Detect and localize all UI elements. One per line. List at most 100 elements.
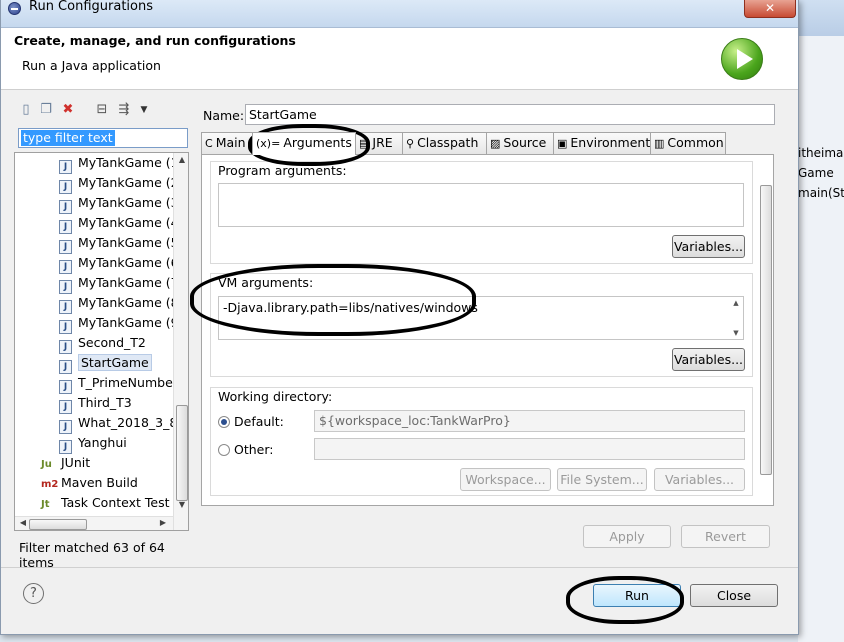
- chevron-down-icon[interactable]: ▼: [136, 102, 152, 118]
- run-configurations-dialog: Run Configurations ✕ Create, manage, and…: [0, 0, 799, 635]
- file-system-button[interactable]: File System...: [557, 468, 647, 491]
- background-text: Game: [798, 166, 834, 180]
- tab-label: Source: [503, 135, 547, 150]
- program-arguments-input[interactable]: [218, 183, 744, 227]
- tree-group-item[interactable]: Jt Task Context Test: [41, 493, 170, 513]
- other-directory-field[interactable]: [314, 438, 745, 460]
- vm-arguments-input[interactable]: -Djava.library.path=libs/natives/windows…: [218, 296, 744, 340]
- tree-group-label: JUnit: [61, 455, 91, 470]
- tree-item[interactable]: J What_2018_3_8: [59, 413, 177, 434]
- delete-icon[interactable]: ✖: [60, 102, 76, 118]
- tab-strip: C Main (x)= Arguments ▤ JRE ⚲ Classpath ▨ Source ▣…: [201, 132, 777, 155]
- tree-item[interactable]: J MyTankGame (2: [59, 173, 179, 194]
- tree-item[interactable]: J MyTankGame (6: [59, 253, 179, 274]
- tab-main[interactable]: C Main: [201, 132, 253, 154]
- scroll-down-icon[interactable]: ▼: [174, 500, 188, 509]
- filter-icon[interactable]: ⇶: [116, 102, 132, 118]
- tree-group-item[interactable]: Ju JUnit: [41, 453, 90, 473]
- main-tab-icon: C: [205, 137, 213, 150]
- tree-item[interactable]: J MyTankGame (1: [59, 153, 179, 174]
- configuration-list-panel: ▯ ❐ ✖ ⊟ ⇶ ▼ type filter text J MyTankGame…: [14, 98, 194, 570]
- help-icon[interactable]: ?: [23, 583, 44, 604]
- tab-environment[interactable]: ▣ Environment: [553, 132, 651, 154]
- environment-tab-icon: ▣: [557, 137, 568, 150]
- tab-arguments[interactable]: (x)= Arguments: [252, 132, 356, 155]
- directory-variables-button[interactable]: Variables...: [654, 468, 745, 491]
- classpath-tab-icon: ⚲: [406, 137, 415, 150]
- text-area-scrollbar[interactable]: ▲ ▼: [729, 297, 743, 339]
- tree-item-label: MyTankGame (7: [78, 275, 179, 290]
- scroll-up-icon[interactable]: ▲: [729, 299, 743, 307]
- duplicate-icon[interactable]: ❐: [38, 102, 54, 118]
- tab-content-scroll-thumb[interactable]: [760, 185, 772, 475]
- tree-item[interactable]: J MyTankGame (3: [59, 193, 179, 214]
- java-application-icon: J: [59, 280, 72, 294]
- tree-horizontal-scrollbar[interactable]: ◀ ▶: [15, 516, 173, 530]
- default-directory-field: ${workspace_loc:TankWarPro}: [314, 410, 745, 432]
- tree-item-label: StartGame: [78, 354, 152, 371]
- tab-label: Classpath: [417, 135, 479, 150]
- jre-tab-icon: ▤: [359, 137, 370, 150]
- close-button[interactable]: Close: [690, 584, 778, 607]
- java-application-icon: J: [59, 300, 72, 314]
- tree-item[interactable]: J Yanghui: [59, 433, 127, 454]
- footer-separator: [1, 567, 798, 568]
- tree-item[interactable]: J Third_T3: [59, 393, 132, 414]
- tree-item-label: Second_T2: [78, 335, 146, 350]
- collapse-all-icon[interactable]: ⊟: [94, 102, 110, 118]
- tree-item[interactable]: J T_PrimeNumber: [59, 373, 178, 394]
- scroll-down-icon[interactable]: ▼: [729, 329, 743, 337]
- vm-arguments-label: VM arguments:: [218, 275, 314, 290]
- name-label: Name:: [203, 108, 245, 123]
- title-bar[interactable]: Run Configurations ✕: [1, 0, 798, 28]
- tab-content-scrollbar[interactable]: [760, 171, 773, 491]
- window-close-button[interactable]: ✕: [744, 0, 796, 18]
- tree-item-label: MyTankGame (3: [78, 195, 179, 210]
- tree-item-label: Third_T3: [78, 395, 132, 410]
- tab-label: Common: [667, 135, 724, 150]
- launch-type-icon: Ju: [41, 459, 52, 470]
- new-configuration-icon[interactable]: ▯: [18, 102, 34, 118]
- working-directory-label: Working directory:: [218, 389, 333, 404]
- revert-button[interactable]: Revert: [681, 525, 770, 548]
- tree-group-item[interactable]: m2 Maven Build: [41, 473, 138, 493]
- tree-hscroll-thumb[interactable]: [29, 519, 87, 530]
- tree-item[interactable]: J MyTankGame (4: [59, 213, 179, 234]
- tree-item[interactable]: J Second_T2: [59, 333, 146, 354]
- arguments-tab-icon: (x)=: [256, 137, 281, 150]
- workspace-button[interactable]: Workspace...: [460, 468, 551, 491]
- java-application-icon: J: [59, 240, 72, 254]
- left-toolbar: ▯ ❐ ✖ ⊟ ⇶ ▼: [14, 98, 194, 122]
- tree-item-label: MyTankGame (6: [78, 255, 179, 270]
- default-radio[interactable]: [218, 416, 230, 428]
- tree-item-label: MyTankGame (9: [78, 315, 179, 330]
- java-application-icon: J: [59, 200, 72, 214]
- tree-item[interactable]: J MyTankGame (7: [59, 273, 179, 294]
- tab-classpath[interactable]: ⚲ Classpath: [402, 132, 487, 154]
- tree-item[interactable]: J MyTankGame (9: [59, 313, 179, 334]
- java-application-icon: J: [59, 340, 72, 354]
- tree-item[interactable]: J MyTankGame (5: [59, 233, 179, 254]
- run-launch-icon: [721, 38, 763, 80]
- source-tab-icon: ▨: [490, 137, 501, 150]
- scroll-up-icon[interactable]: ▲: [174, 155, 188, 164]
- tree-vertical-scrollbar[interactable]: ▲ ▼: [173, 153, 188, 530]
- background-text: main(Str: [798, 186, 844, 200]
- tab-source[interactable]: ▨ Source: [486, 132, 554, 154]
- tree-item-label: MyTankGame (5: [78, 235, 179, 250]
- tree-item[interactable]: J MyTankGame (8: [59, 293, 179, 314]
- filter-input[interactable]: type filter text: [18, 128, 188, 148]
- program-variables-button[interactable]: Variables...: [672, 235, 745, 258]
- vm-variables-button[interactable]: Variables...: [672, 348, 745, 371]
- java-application-icon: J: [59, 320, 72, 334]
- scroll-right-icon[interactable]: ▶: [155, 518, 171, 527]
- tree-item-label: MyTankGame (8: [78, 295, 179, 310]
- tree-scroll-thumb[interactable]: [176, 405, 188, 501]
- apply-button[interactable]: Apply: [583, 525, 671, 548]
- run-button[interactable]: Run: [593, 584, 681, 607]
- tab-jre[interactable]: ▤ JRE: [355, 132, 403, 154]
- name-field[interactable]: StartGame: [245, 104, 775, 125]
- other-radio[interactable]: [218, 444, 230, 456]
- tab-common[interactable]: ▥ Common: [650, 132, 726, 154]
- tree-item[interactable]: J StartGame: [59, 353, 152, 374]
